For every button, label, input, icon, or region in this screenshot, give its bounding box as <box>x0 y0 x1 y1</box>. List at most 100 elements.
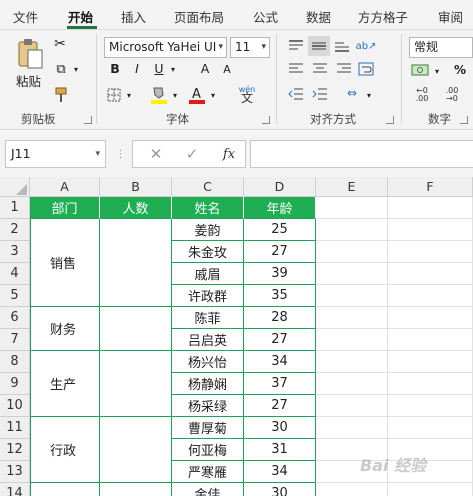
grid-cell[interactable] <box>316 263 388 285</box>
grid-cell[interactable] <box>388 483 473 496</box>
align-left-icon[interactable] <box>286 61 306 77</box>
insert-function-icon[interactable]: fx <box>219 145 239 163</box>
font-color-icon[interactable]: A <box>188 85 206 105</box>
age-cell[interactable]: 34 <box>244 461 316 483</box>
grid-cell[interactable] <box>316 373 388 395</box>
underline-button[interactable]: U <box>150 60 168 78</box>
name-box[interactable]: J11 ▾ <box>5 140 106 168</box>
name-cell[interactable]: 许政群 <box>172 285 244 307</box>
fill-color-dropdown-icon[interactable]: ▾ <box>170 90 180 100</box>
paste-icon[interactable] <box>14 38 46 70</box>
select-all-corner[interactable] <box>0 177 30 197</box>
column-header-f[interactable]: F <box>388 177 473 197</box>
tab-review[interactable]: 审阅 <box>438 7 463 26</box>
align-middle-icon[interactable] <box>308 36 330 56</box>
increase-decimal-icon[interactable]: ←0.00 <box>410 85 434 105</box>
tab-formulas[interactable]: 公式 <box>253 7 278 26</box>
grid-cell[interactable] <box>316 351 388 373</box>
currency-icon[interactable] <box>410 61 430 79</box>
format-painter-icon[interactable] <box>52 86 70 104</box>
row-header-4[interactable]: 4 <box>0 263 30 285</box>
age-cell[interactable]: 31 <box>244 439 316 461</box>
grid-cell[interactable] <box>388 417 473 439</box>
border-icon[interactable] <box>106 87 122 103</box>
wrap-text-icon[interactable] <box>356 60 376 78</box>
orientation-icon[interactable]: ab↗ <box>356 36 377 56</box>
copy-dropdown-icon[interactable]: ▾ <box>72 64 80 74</box>
department-cell[interactable] <box>30 483 100 496</box>
row-header-8[interactable]: 8 <box>0 351 30 373</box>
merge-dropdown-icon[interactable]: ▾ <box>364 90 374 100</box>
row-header-6[interactable]: 6 <box>0 307 30 329</box>
currency-dropdown-icon[interactable]: ▾ <box>432 66 442 76</box>
department-cell[interactable]: 财务 <box>30 307 100 351</box>
enter-icon[interactable]: ✓ <box>183 145 201 163</box>
copy-icon[interactable]: ⧉ <box>52 61 70 77</box>
grid-cell[interactable] <box>388 285 473 307</box>
align-right-icon[interactable] <box>334 61 354 77</box>
row-header-14[interactable]: 14 <box>0 483 30 496</box>
font-name-combo[interactable]: Microsoft YaHei UI ▾ <box>104 37 227 58</box>
grid-cell[interactable] <box>388 351 473 373</box>
column-header-b[interactable]: B <box>100 177 172 197</box>
table-header-cell[interactable]: 人数 <box>100 197 172 219</box>
tab-page-layout[interactable]: 页面布局 <box>174 7 224 26</box>
name-cell[interactable]: 姜韵 <box>172 219 244 241</box>
column-header-c[interactable]: C <box>172 177 244 197</box>
headcount-cell[interactable] <box>100 351 172 417</box>
decrease-indent-icon[interactable] <box>286 86 306 102</box>
grid-cell[interactable] <box>388 241 473 263</box>
tab-insert[interactable]: 插入 <box>121 7 146 26</box>
grow-font-button[interactable]: A <box>196 60 214 78</box>
row-header-13[interactable]: 13 <box>0 461 30 483</box>
shrink-font-button[interactable]: A <box>218 61 236 79</box>
row-header-1[interactable]: 1 <box>0 197 30 219</box>
grid-cell[interactable] <box>316 395 388 417</box>
row-header-10[interactable]: 10 <box>0 395 30 417</box>
headcount-cell[interactable] <box>100 307 172 351</box>
age-cell[interactable]: 30 <box>244 417 316 439</box>
bold-button[interactable]: B <box>106 60 124 78</box>
name-cell[interactable]: 朱金玫 <box>172 241 244 263</box>
phonetic-guide-icon[interactable]: wén 文 <box>236 83 258 105</box>
name-cell[interactable]: 陈菲 <box>172 307 244 329</box>
alignment-launcher-icon[interactable] <box>386 116 394 124</box>
table-header-cell[interactable]: 部门 <box>30 197 100 219</box>
tab-home[interactable]: 开始 <box>68 7 93 26</box>
headcount-cell[interactable] <box>100 483 172 496</box>
age-cell[interactable]: 30 <box>244 483 316 496</box>
font-size-combo[interactable]: 11 ▾ <box>230 37 270 58</box>
age-cell[interactable]: 39 <box>244 263 316 285</box>
name-cell[interactable]: 严寒雁 <box>172 461 244 483</box>
align-top-icon[interactable] <box>286 38 306 54</box>
row-header-7[interactable]: 7 <box>0 329 30 351</box>
name-cell[interactable]: 杨静娴 <box>172 373 244 395</box>
department-cell[interactable]: 销售 <box>30 219 100 307</box>
row-header-9[interactable]: 9 <box>0 373 30 395</box>
table-header-cell[interactable]: 年龄 <box>244 197 316 219</box>
name-cell[interactable]: 吕启英 <box>172 329 244 351</box>
name-cell[interactable]: 金佳 <box>172 483 244 496</box>
cancel-icon[interactable]: ✕ <box>147 145 165 163</box>
column-header-e[interactable]: E <box>316 177 388 197</box>
grid-cell[interactable] <box>316 241 388 263</box>
name-cell[interactable]: 杨采绿 <box>172 395 244 417</box>
row-header-11[interactable]: 11 <box>0 417 30 439</box>
grid-cell[interactable] <box>388 219 473 241</box>
row-header-5[interactable]: 5 <box>0 285 30 307</box>
tab-file[interactable]: 文件 <box>13 7 38 26</box>
name-cell[interactable]: 曹厚菊 <box>172 417 244 439</box>
fill-color-icon[interactable] <box>150 85 168 105</box>
grid-cell[interactable] <box>388 329 473 351</box>
grid-cell[interactable] <box>316 417 388 439</box>
headcount-cell[interactable] <box>100 219 172 307</box>
border-dropdown-icon[interactable]: ▾ <box>124 90 134 100</box>
grid-cell[interactable] <box>316 219 388 241</box>
name-cell[interactable]: 戚眉 <box>172 263 244 285</box>
decrease-decimal-icon[interactable]: .00 →0 <box>440 85 464 105</box>
department-cell[interactable]: 行政 <box>30 417 100 483</box>
tab-fangfang[interactable]: 方方格子 <box>358 7 408 26</box>
grid-cell[interactable] <box>316 197 388 219</box>
row-header-2[interactable]: 2 <box>0 219 30 241</box>
age-cell[interactable]: 27 <box>244 329 316 351</box>
